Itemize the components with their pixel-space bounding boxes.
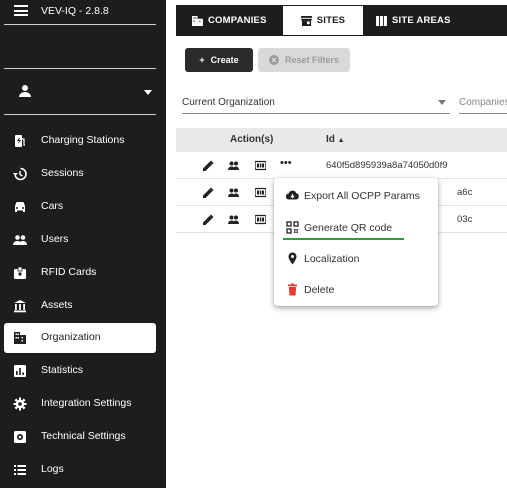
columns-icon	[376, 15, 387, 26]
gear-icon	[13, 397, 27, 411]
sidebar-item-integration-settings[interactable]: Integration Settings	[4, 389, 156, 419]
menu-item-delete[interactable]: Delete	[274, 274, 438, 304]
tab-label: SITES	[316, 15, 346, 26]
menu-item-localization[interactable]: Localization	[274, 243, 438, 273]
sidebar-item-logs[interactable]: Logs	[4, 455, 156, 485]
divider	[4, 68, 156, 69]
assign-users-icon[interactable]	[228, 214, 239, 225]
create-button[interactable]: + Create	[185, 48, 253, 72]
row-id: 03c	[457, 214, 473, 225]
sidebar-item-label: Cars	[41, 200, 64, 212]
tab-label: COMPANIES	[208, 15, 267, 26]
menu-item-label: Generate QR code	[304, 222, 393, 234]
sidebar-item-label: Technical Settings	[41, 430, 126, 442]
menu-item-label: Localization	[304, 253, 360, 265]
plus-icon: +	[199, 55, 205, 65]
tab-sites[interactable]: SITES	[282, 5, 364, 36]
sidebar-item-cars[interactable]: Cars	[4, 192, 156, 222]
trash-icon	[288, 283, 297, 296]
sidebar-item-rfid-cards[interactable]: RFID Cards	[4, 258, 156, 288]
tab-site-areas[interactable]: SITE AREAS	[376, 5, 451, 36]
settings-box-icon	[14, 431, 26, 443]
sidebar-item-organization[interactable]: Organization	[4, 323, 156, 353]
sidebar-item-statistics[interactable]: Statistics	[4, 356, 156, 386]
chevron-down-icon	[438, 100, 446, 105]
column-header-actions: Action(s)	[230, 134, 274, 145]
sort-asc-icon: ▲	[337, 137, 345, 144]
assign-users-icon[interactable]	[228, 160, 239, 171]
menu-item-export-ocpp-params[interactable]: Export All OCPP Params	[274, 180, 438, 210]
history-icon	[13, 167, 27, 181]
charging-stations-icon[interactable]	[255, 187, 266, 198]
reset-filters-button[interactable]: Reset Filters	[258, 48, 350, 72]
tab-bar: COMPANIES SITES SITE AREAS	[176, 5, 507, 36]
cancel-icon	[268, 55, 279, 65]
table-header: Action(s) Id ▲	[176, 128, 507, 152]
more-options-icon[interactable]: •••	[280, 157, 294, 169]
cloud-download-icon	[286, 190, 299, 200]
focus-indicator	[283, 238, 404, 240]
user-menu[interactable]	[0, 82, 166, 102]
sidebar-item-label: Logs	[41, 463, 64, 475]
row-id: a6c	[457, 187, 473, 198]
tab-label: SITE AREAS	[392, 15, 451, 26]
table-row[interactable]: ••• 640f5d895939a8a74050d0f9	[176, 152, 507, 179]
chevron-down-icon	[144, 90, 152, 95]
store-icon	[300, 15, 312, 26]
sidebar-item-label: Organization	[41, 331, 101, 343]
tab-companies[interactable]: COMPANIES	[192, 5, 267, 36]
users-icon	[13, 235, 27, 245]
divider	[4, 114, 156, 115]
sidebar: VEV-IQ - 2.8.8 Charging Stations Session…	[0, 0, 166, 488]
menu-item-label: Delete	[304, 284, 335, 296]
sidebar-item-users[interactable]: Users	[4, 225, 156, 255]
badge-icon	[14, 266, 26, 279]
bank-icon	[14, 300, 26, 313]
divider	[4, 24, 156, 25]
charging-station-icon	[15, 135, 25, 147]
reset-filters-label: Reset Filters	[284, 55, 340, 65]
create-button-label: Create	[210, 55, 239, 65]
edit-icon[interactable]	[203, 187, 214, 198]
building-icon	[14, 332, 26, 344]
building-icon	[192, 15, 203, 26]
assign-users-icon[interactable]	[228, 187, 239, 198]
sidebar-item-label: Integration Settings	[41, 397, 132, 409]
charging-stations-icon[interactable]	[255, 160, 266, 171]
sidebar-item-label: Statistics	[41, 364, 84, 376]
list-icon	[14, 465, 26, 475]
sidebar-item-label: Users	[41, 233, 69, 245]
organization-select-value: Current Organization	[182, 97, 275, 108]
row-id: 640f5d895939a8a74050d0f9	[326, 160, 448, 171]
sidebar-item-sessions[interactable]: Sessions	[4, 159, 156, 189]
sidebar-item-assets[interactable]: Assets	[4, 291, 156, 321]
chart-icon	[14, 365, 26, 377]
companies-filter[interactable]: Companies	[459, 94, 507, 114]
sidebar-item-technical-settings[interactable]: Technical Settings	[4, 422, 156, 452]
qr-code-icon	[286, 221, 299, 234]
menu-item-label: Export All OCPP Params	[304, 190, 420, 202]
column-header-id[interactable]: Id ▲	[326, 134, 345, 145]
sidebar-item-label: Assets	[41, 299, 73, 311]
sidebar-item-label: RFID Cards	[41, 266, 97, 278]
user-icon	[19, 85, 31, 97]
charging-stations-icon[interactable]	[255, 214, 266, 225]
edit-icon[interactable]	[203, 214, 214, 225]
car-icon	[15, 202, 25, 212]
sidebar-item-label: Sessions	[41, 167, 84, 179]
edit-icon[interactable]	[203, 160, 214, 171]
location-pin-icon	[288, 252, 297, 265]
sidebar-item-charging-stations[interactable]: Charging Stations	[4, 126, 156, 156]
row-actions-menu: Export All OCPP Params Generate QR code …	[274, 178, 438, 306]
menu-icon[interactable]	[14, 5, 28, 16]
organization-select[interactable]: Current Organization	[182, 94, 450, 114]
sidebar-item-label: Charging Stations	[41, 134, 125, 146]
companies-filter-placeholder: Companies	[459, 97, 507, 108]
app-title: VEV-IQ - 2.8.8	[41, 5, 109, 17]
